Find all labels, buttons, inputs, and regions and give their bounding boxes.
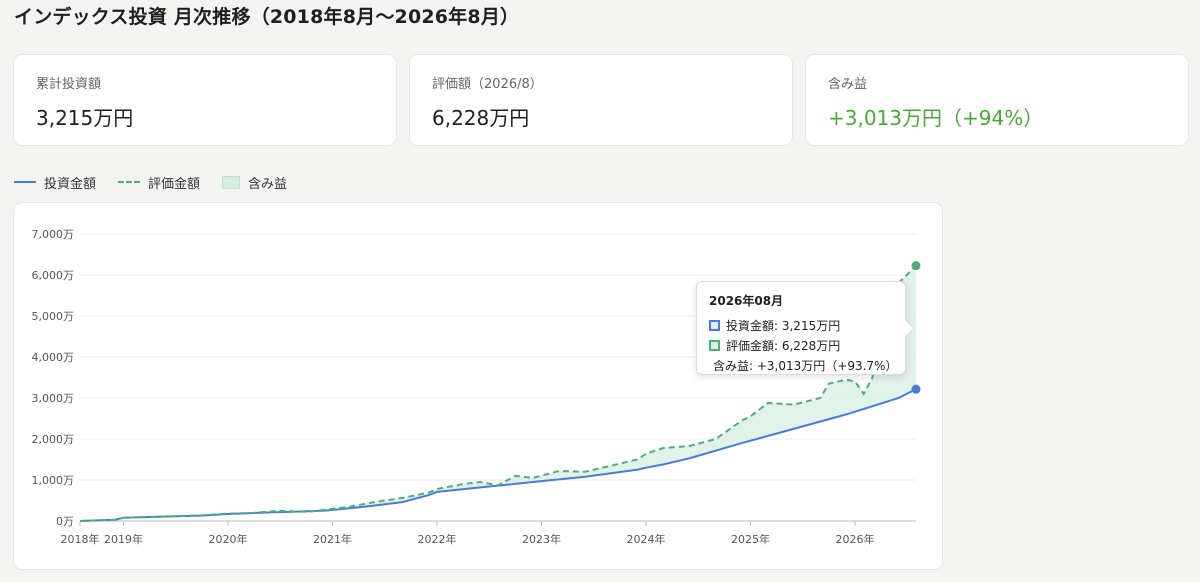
legend-dashed-line-icon xyxy=(118,181,141,183)
legend-item-gain[interactable]: 含み益 xyxy=(222,173,287,192)
tooltip-valuation-swatch-icon xyxy=(709,340,720,351)
y-tick-label: 3,000万 xyxy=(32,392,75,405)
valuation-end-point xyxy=(911,261,921,271)
tooltip-invested-swatch-icon xyxy=(709,320,720,331)
valuation-value: 6,228万円 xyxy=(432,106,530,130)
unrealized-gain-value: +3,013万円（+94%） xyxy=(828,106,1044,130)
tooltip-invested-text: 投資金額: 3,215万円 xyxy=(726,319,841,333)
x-tick-label: 2021年 xyxy=(313,532,352,546)
total-invested-label: 累計投資額 xyxy=(36,77,102,92)
legend-invested-label: 投資金額 xyxy=(44,176,97,192)
tooltip-row-invested: 投資金額: 3,215万円 xyxy=(709,317,893,334)
y-tick-label: 6,000万 xyxy=(32,269,75,282)
total-invested-value: 3,215万円 xyxy=(36,106,134,130)
x-tick-label: 2023年 xyxy=(522,532,561,546)
chart-legend: 投資金額 評価金額 含み益 xyxy=(14,172,309,192)
legend-item-invested[interactable]: 投資金額 xyxy=(14,173,96,192)
y-tick-label: 7,000万 xyxy=(32,228,75,241)
unrealized-gain-card: 含み益 +3,013万円（+94%） xyxy=(806,55,1188,145)
invested-end-point xyxy=(911,384,921,394)
y-tick-label: 5,000万 xyxy=(32,310,75,323)
legend-valuation-label: 評価金額 xyxy=(148,176,201,192)
x-tick-label: 2019年 xyxy=(104,532,143,546)
tooltip-row-valuation: 評価金額: 6,228万円 xyxy=(709,337,893,354)
x-tick-label: 2022年 xyxy=(418,532,457,546)
y-tick-label: 2,000万 xyxy=(32,433,75,446)
y-tick-label: 0万 xyxy=(56,515,74,528)
tooltip-title: 2026年08月 xyxy=(709,294,784,308)
total-invested-card: 累計投資額 3,215万円 xyxy=(14,55,396,145)
page-title: インデックス投資 月次推移（2018年8月〜2026年8月） xyxy=(14,6,520,28)
x-tick-label: 2020年 xyxy=(209,532,248,546)
x-tick-label: 2018年 xyxy=(61,532,100,546)
area-chart[interactable]: 0万 1,000万 2,000万 3,000万 4,000万 5,000万 6,000万 7,… xyxy=(14,203,942,569)
legend-solid-line-icon xyxy=(14,181,36,183)
x-tick-label: 2026年 xyxy=(836,532,875,546)
y-tick-label: 4,000万 xyxy=(32,351,75,364)
unrealized-gain-label: 含み益 xyxy=(828,77,868,92)
chart-tooltip: 2026年08月 投資金額: 3,215万円 評価金額: 6,228万円 含み益… xyxy=(696,281,915,375)
valuation-card: 評価額（2026/8） 6,228万円 xyxy=(410,55,792,145)
chart-card: 0万 1,000万 2,000万 3,000万 4,000万 5,000万 6,000万 7,… xyxy=(14,203,942,569)
legend-item-valuation[interactable]: 評価金額 xyxy=(118,173,200,192)
tooltip-valuation-text: 評価金額: 6,228万円 xyxy=(726,339,841,353)
valuation-label: 評価額（2026/8） xyxy=(432,77,543,92)
tooltip-gain-text: 含み益: +3,013万円（+93.7%） xyxy=(713,359,898,373)
x-tick-label: 2024年 xyxy=(627,532,666,546)
x-tick-label: 2025年 xyxy=(731,532,770,546)
legend-gain-label: 含み益 xyxy=(248,176,288,192)
legend-area-icon xyxy=(222,175,241,189)
y-tick-label: 1,000万 xyxy=(32,474,75,487)
